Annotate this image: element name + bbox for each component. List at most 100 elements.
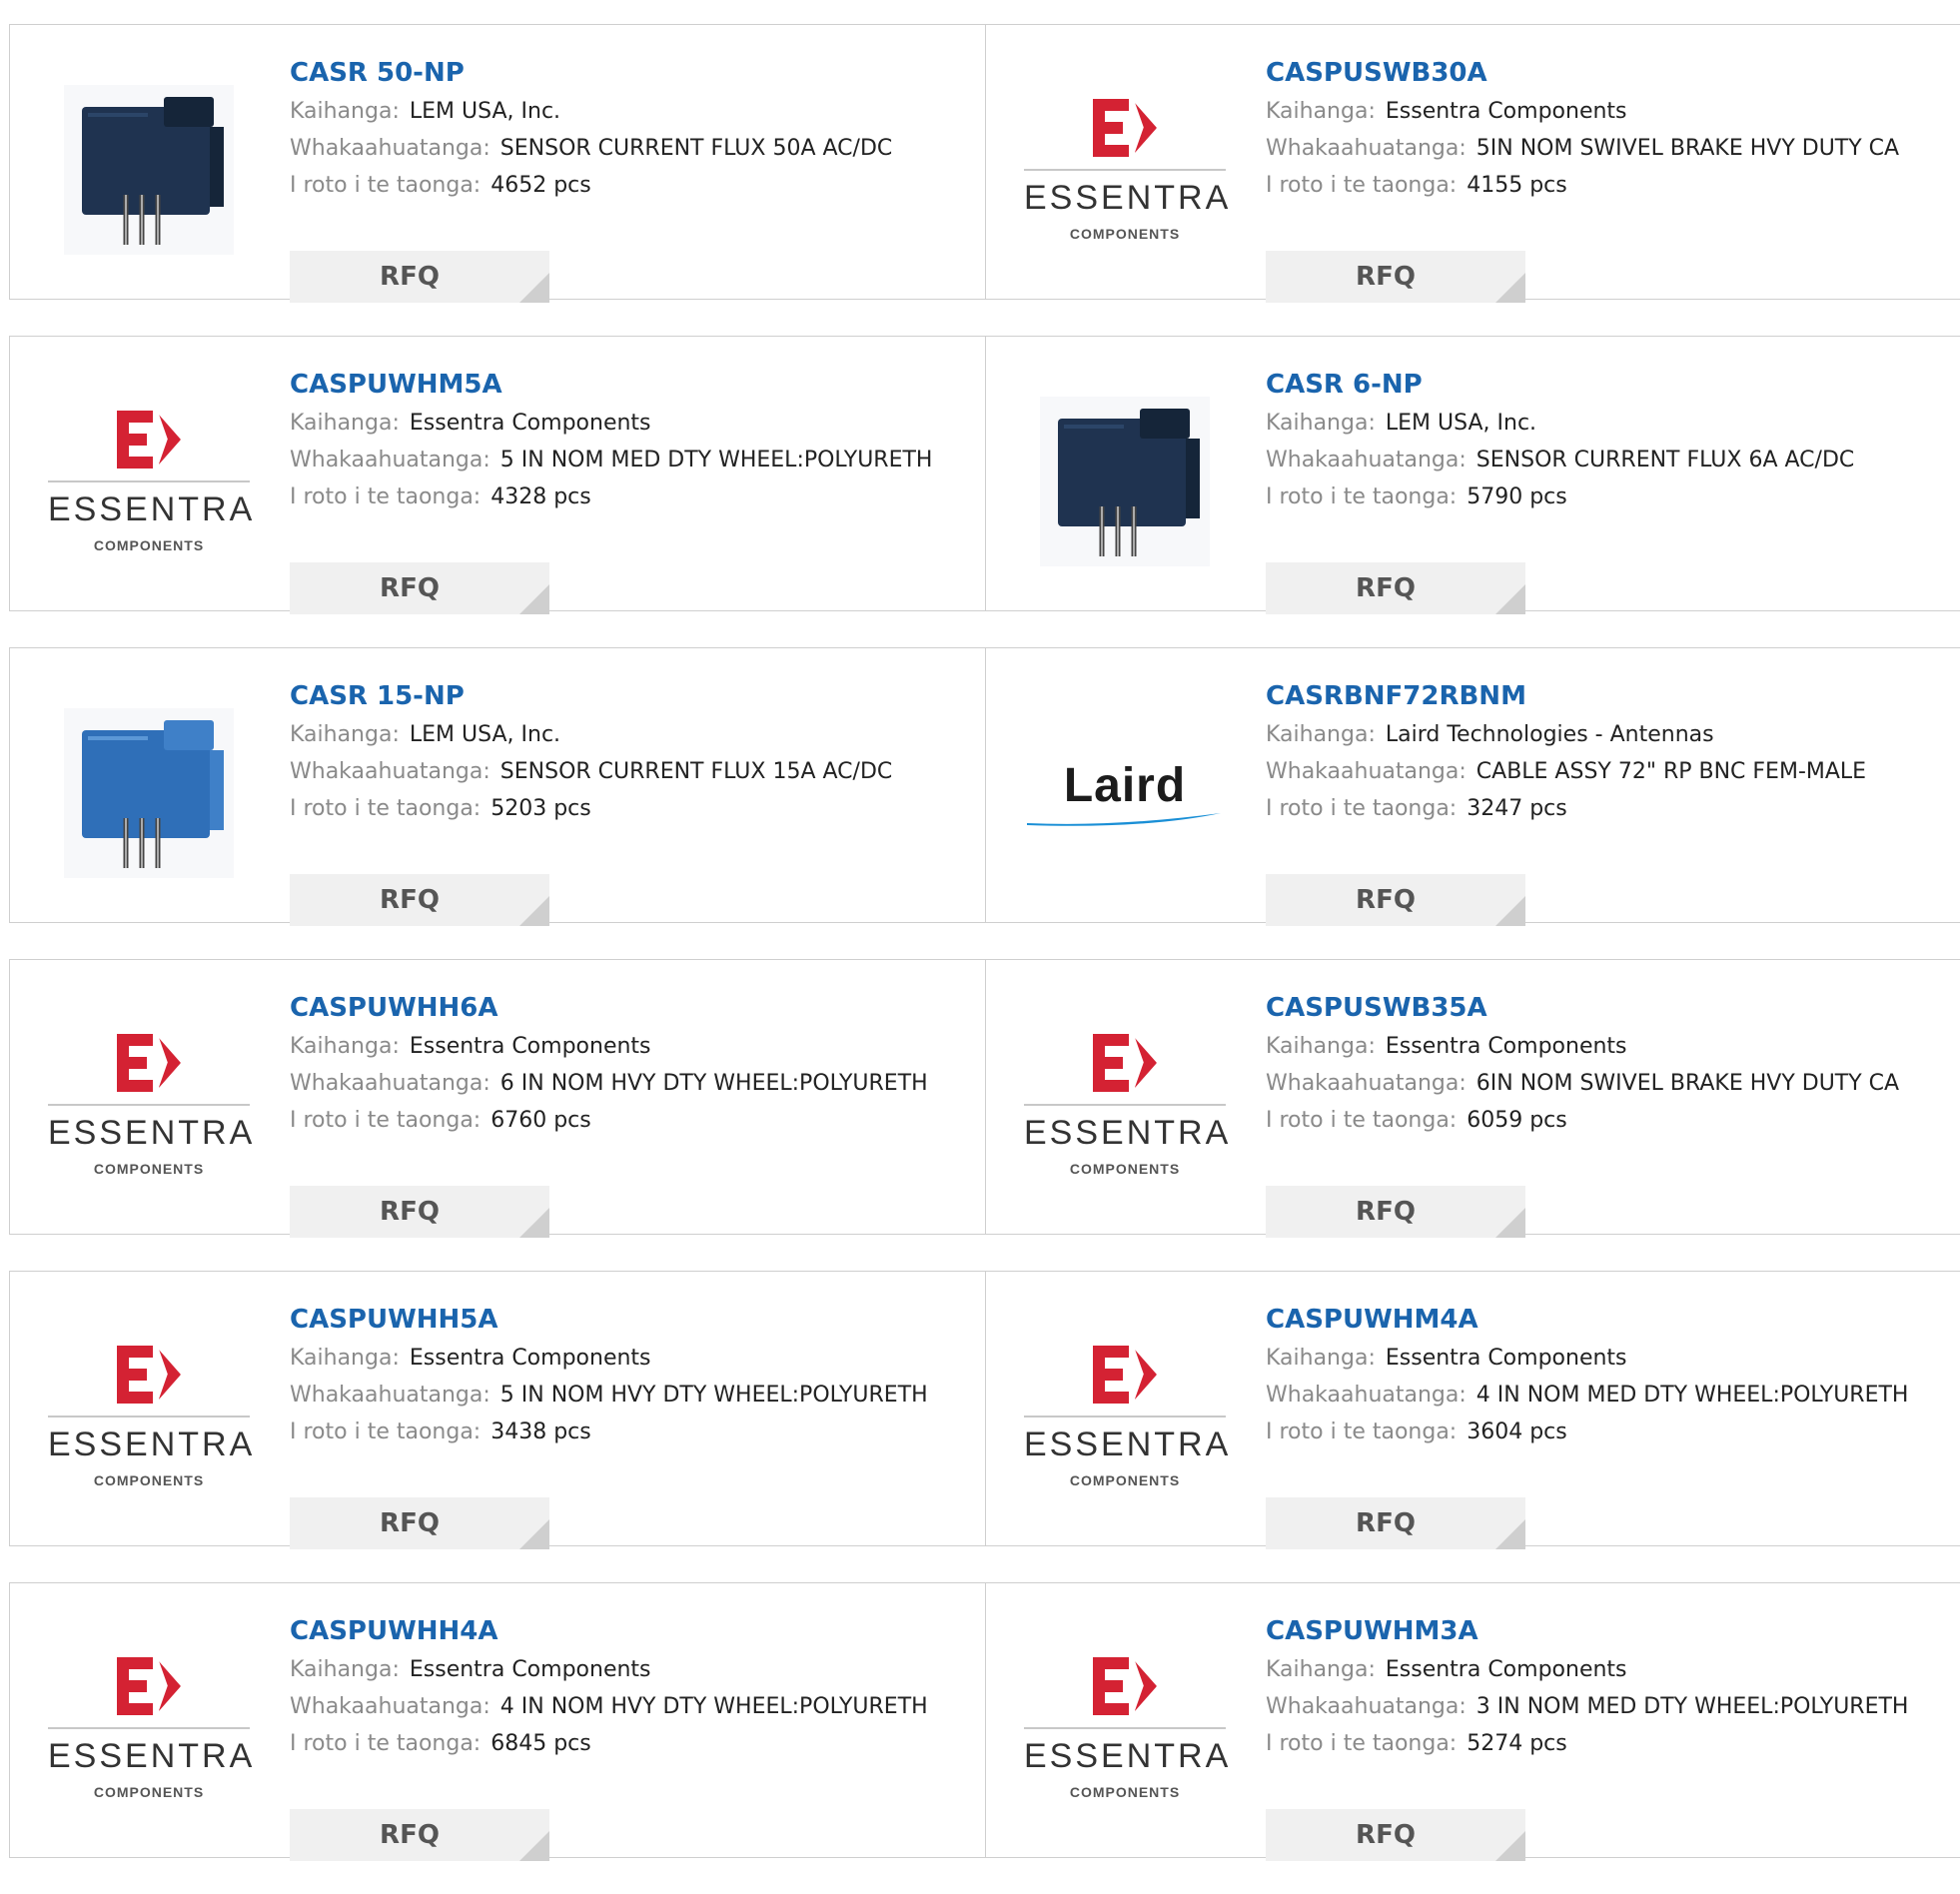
product-card: ESSENTRA COMPONENTS CASPUWHH5A Kaihanga:… [10,1272,985,1549]
product-image[interactable]: ESSENTRA COMPONENTS [48,1639,252,1817]
description-label: Whakaahuatanga: [290,1383,490,1408]
rfq-button-label: RFQ [1356,573,1416,603]
part-number-link[interactable]: CASPUSWB35A [1266,988,1945,1028]
product-info: CASPUWHH5A Kaihanga: Essentra Components … [290,1300,969,1549]
stock-line: I roto i te taonga: 4155 pcs [1266,167,1945,204]
manufacturer-line: Kaihanga: Essentra Components [1266,1651,1945,1688]
stock-line: I roto i te taonga: 6059 pcs [1266,1102,1945,1139]
current-sensor-image [64,708,234,878]
part-number-link[interactable]: CASRBNF72RBNM [1266,676,1945,716]
rfq-button-label: RFQ [380,1508,440,1538]
part-number-link[interactable]: CASR 15-NP [290,676,969,716]
product-info: CASPUWHM4A Kaihanga: Essentra Components … [1266,1300,1945,1549]
manufacturer-label: Kaihanga: [290,411,400,436]
part-number-link[interactable]: CASPUSWB30A [1266,53,1945,93]
part-number-link[interactable]: CASPUWHM5A [290,365,969,405]
manufacturer-label: Kaihanga: [290,99,400,124]
part-number-link[interactable]: CASR 50-NP [290,53,969,93]
description-value: 4 IN NOM HVY DTY WHEEL:POLYURETH [499,1694,928,1719]
part-number-link[interactable]: CASPUWHH6A [290,988,969,1028]
essentra-logo: ESSENTRA COMPONENTS [1024,1656,1232,1800]
product-row: ESSENTRA COMPONENTS CASPUWHH4A Kaihanga:… [9,1582,1960,1861]
part-number-link[interactable]: CASPUWHH4A [290,1611,969,1651]
part-number-link[interactable]: CASPUWHH5A [290,1300,969,1340]
product-row: ESSENTRA COMPONENTS CASPUWHH5A Kaihanga:… [9,1271,1960,1549]
description-line: Whakaahuatanga: 6IN NOM SWIVEL BRAKE HVY … [1266,1065,1945,1102]
stock-label: I roto i te taonga: [290,484,482,509]
essentra-mark-icon [48,1345,250,1404]
product-image[interactable]: ESSENTRA COMPONENTS [48,393,252,570]
essentra-logo-name: ESSENTRA [1024,1736,1232,1775]
rfq-button[interactable]: RFQ [1266,874,1525,926]
manufacturer-label: Kaihanga: [290,722,400,747]
description-line: Whakaahuatanga: 5 IN NOM HVY DTY WHEEL:PO… [290,1377,969,1414]
rfq-button[interactable]: RFQ [1266,562,1525,614]
product-card: ESSENTRA COMPONENTS CASPUWHH6A Kaihanga:… [10,960,985,1238]
rfq-button[interactable]: RFQ [1266,251,1525,303]
description-line: Whakaahuatanga: 4 IN NOM MED DTY WHEEL:PO… [1266,1377,1945,1414]
stock-label: I roto i te taonga: [290,173,482,198]
manufacturer-line: Kaihanga: Essentra Components [290,1340,969,1377]
product-image[interactable]: ESSENTRA COMPONENTS [1024,1639,1232,1817]
essentra-logo-sub: COMPONENTS [1069,1783,1181,1800]
product-image[interactable] [48,704,250,882]
rfq-button[interactable]: RFQ [290,874,549,926]
product-image[interactable]: ESSENTRA COMPONENTS [1024,81,1232,259]
product-card: ESSENTRA COMPONENTS CASPUSWB30A Kaihanga… [985,25,1960,303]
description-line: Whakaahuatanga: 6 IN NOM HVY DTY WHEEL:PO… [290,1065,969,1102]
description-value: CABLE ASSY 72" RP BNC FEM-MALE [1475,759,1867,784]
product-image[interactable]: ESSENTRA COMPONENTS [48,1328,252,1505]
essentra-logo-name: ESSENTRA [1024,178,1232,217]
product-info: CASR 6-NP Kaihanga: LEM USA, Inc. Whakaah… [1266,365,1945,614]
corner-fold-icon [1495,896,1525,926]
rfq-button[interactable]: RFQ [290,1809,549,1861]
description-value: 5IN NOM SWIVEL BRAKE HVY DUTY CA [1475,136,1900,161]
rfq-button[interactable]: RFQ [1266,1186,1525,1238]
product-row: ESSENTRA COMPONENTS CASPUWHH6A Kaihanga:… [9,959,1960,1238]
rfq-button[interactable]: RFQ [1266,1497,1525,1549]
part-number-link[interactable]: CASR 6-NP [1266,365,1945,405]
stock-line: I roto i te taonga: 6845 pcs [290,1725,969,1762]
product-image[interactable]: ESSENTRA COMPONENTS [1024,1328,1232,1505]
description-line: Whakaahuatanga: 4 IN NOM HVY DTY WHEEL:PO… [290,1688,969,1725]
description-label: Whakaahuatanga: [290,759,490,784]
rfq-button[interactable]: RFQ [1266,1809,1525,1861]
essentra-logo: ESSENTRA COMPONENTS [48,1033,252,1177]
stock-value: 4155 pcs [1467,173,1567,198]
rfq-button-label: RFQ [1356,1820,1416,1850]
description-label: Whakaahuatanga: [290,136,490,161]
product-image[interactable] [1024,393,1226,570]
rfq-button[interactable]: RFQ [290,1497,549,1549]
corner-fold-icon [1495,1519,1525,1549]
laird-logo-name: Laird [1063,758,1187,812]
product-image[interactable] [48,81,250,259]
product-card: ESSENTRA COMPONENTS CASPUWHM5A Kaihanga:… [10,337,985,614]
stock-value: 6059 pcs [1467,1108,1567,1133]
rfq-button-label: RFQ [1356,1197,1416,1227]
stock-line: I roto i te taonga: 5274 pcs [1266,1725,1945,1762]
stock-line: I roto i te taonga: 3247 pcs [1266,790,1945,827]
rfq-button[interactable]: RFQ [290,1186,549,1238]
stock-label: I roto i te taonga: [290,1731,482,1756]
part-number-link[interactable]: CASPUWHM3A [1266,1611,1945,1651]
essentra-logo-sub: COMPONENTS [1069,1160,1181,1177]
product-image[interactable]: ESSENTRA COMPONENTS [1024,1016,1228,1194]
essentra-logo: ESSENTRA COMPONENTS [1024,1345,1232,1488]
rfq-button[interactable]: RFQ [290,562,549,614]
product-image[interactable]: ESSENTRA COMPONENTS [48,1016,252,1194]
rfq-button[interactable]: RFQ [290,251,549,303]
manufacturer-value: LEM USA, Inc. [409,722,561,747]
part-number-link[interactable]: CASPUWHM4A [1266,1300,1945,1340]
product-card: Laird CASRBNF72RBNM Kaihanga: Laird Techn… [985,648,1960,926]
product-info: CASRBNF72RBNM Kaihanga: Laird Technologie… [1266,676,1945,926]
corner-fold-icon [519,1519,549,1549]
description-value: 3 IN NOM MED DTY WHEEL:POLYURETH [1475,1694,1909,1719]
stock-label: I roto i te taonga: [1266,173,1458,198]
corner-fold-icon [519,1208,549,1238]
rfq-button-label: RFQ [380,1820,440,1850]
essentra-logo-name: ESSENTRA [1024,1424,1232,1463]
current-sensor-image [64,85,234,255]
essentra-logo-sub: COMPONENTS [93,1783,205,1800]
essentra-logo-sub: COMPONENTS [1069,225,1181,242]
product-image[interactable]: Laird [1024,704,1226,882]
